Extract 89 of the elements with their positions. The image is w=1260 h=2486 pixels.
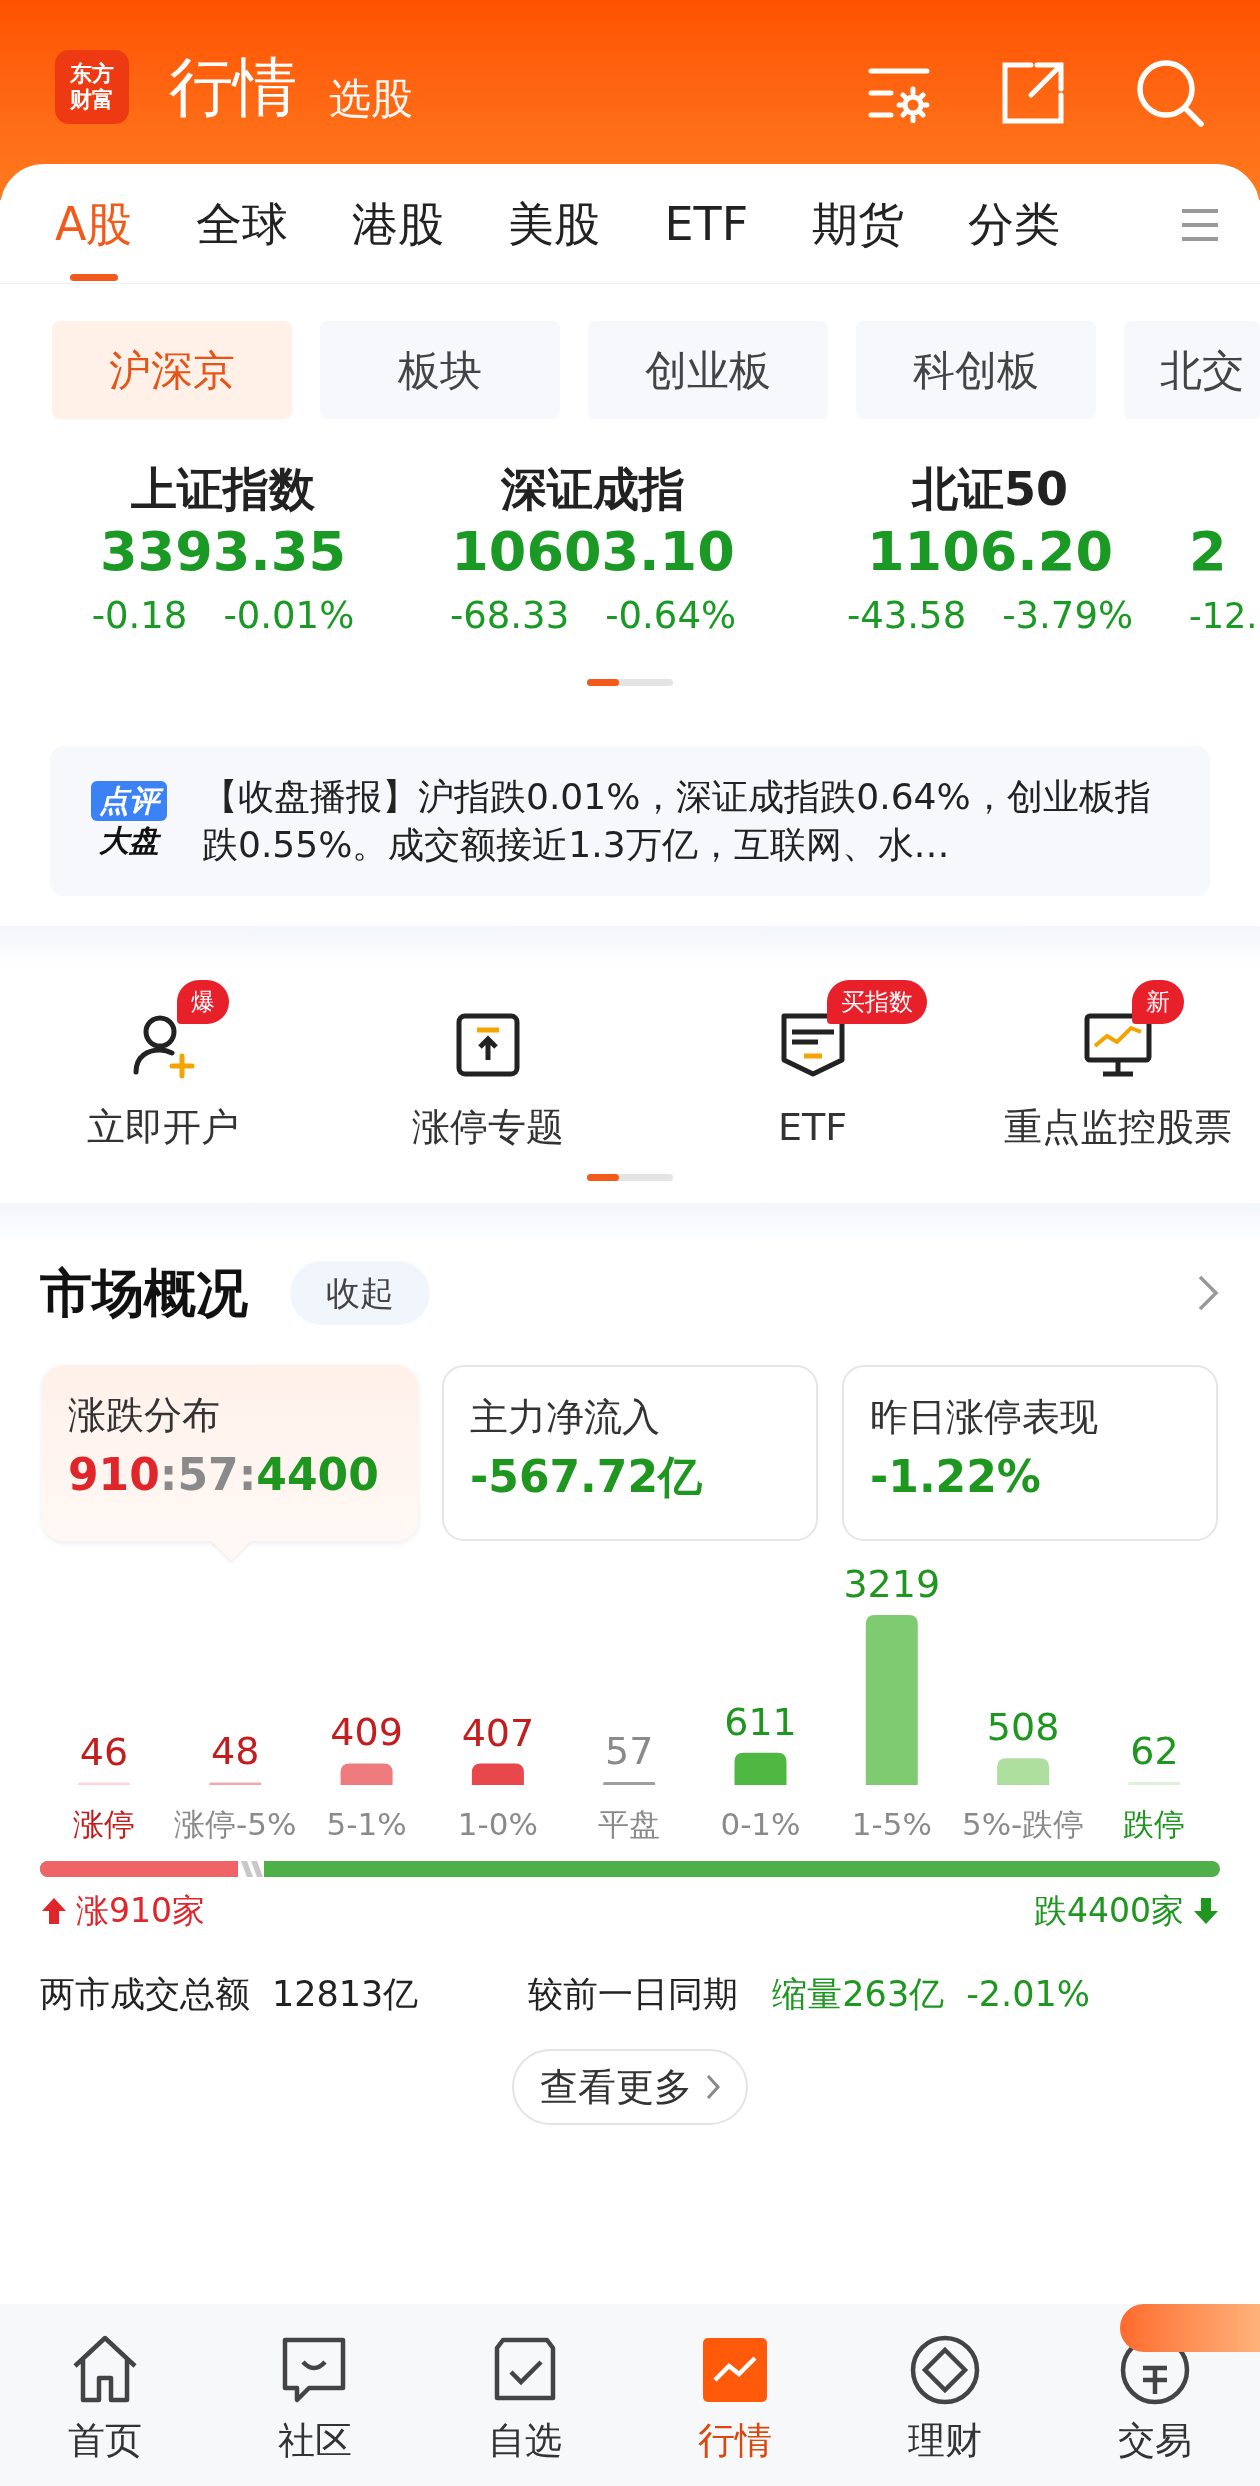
chevron-right-icon bbox=[706, 2074, 720, 2100]
chevron-right-icon[interactable] bbox=[1196, 1273, 1220, 1313]
turnover-label: 两市成交总额 bbox=[40, 1973, 250, 2016]
bar-category: 5%-跌停 bbox=[961, 1806, 1085, 1842]
shortcut-item[interactable]: 买指数 ETF bbox=[650, 980, 975, 1152]
bar-value: 62 bbox=[1130, 1728, 1179, 1773]
bar-category: 跌停 bbox=[1123, 1806, 1186, 1842]
menu-icon[interactable] bbox=[1180, 208, 1220, 242]
index-name: 北证50 bbox=[912, 461, 1068, 517]
bar-value: 407 bbox=[461, 1710, 535, 1755]
shortcut-item[interactable]: 涨停专题 bbox=[325, 980, 650, 1152]
index-value: 3393.35 bbox=[100, 519, 346, 585]
floating-promo-toast[interactable] bbox=[1120, 2304, 1260, 2352]
index-percent: -0.64% bbox=[605, 593, 737, 639]
share-icon[interactable] bbox=[1001, 61, 1065, 125]
search-icon[interactable] bbox=[1135, 58, 1205, 128]
tag-badge: 新 bbox=[1131, 980, 1184, 1024]
index-change: -68.33 bbox=[449, 593, 570, 639]
tag-badge: 买指数 bbox=[826, 980, 927, 1024]
bar-value: 611 bbox=[724, 1699, 797, 1744]
index-percent: -3.79% bbox=[1002, 593, 1134, 639]
bar bbox=[734, 1752, 787, 1785]
bar bbox=[209, 1782, 262, 1785]
bar-value: 508 bbox=[986, 1705, 1060, 1750]
shortcut-item[interactable]: 新 重点监控股票 bbox=[975, 980, 1260, 1152]
bar-category: 0-1% bbox=[720, 1806, 801, 1842]
index-change: -0.18 bbox=[91, 593, 188, 639]
market-tab[interactable]: 全球 bbox=[196, 196, 289, 281]
bar-value: 3219 bbox=[843, 1562, 941, 1606]
market-tab[interactable]: 美股 bbox=[508, 196, 601, 281]
index-value: 10603.10 bbox=[451, 519, 735, 585]
board-tab[interactable]: 创业板 bbox=[588, 321, 828, 419]
index-name: 深证成指 bbox=[501, 461, 685, 517]
page-title: 行情 bbox=[169, 50, 297, 124]
bar-category: 5-1% bbox=[326, 1806, 407, 1842]
news-card[interactable]: 点评 大盘 【收盘播报】沪指跌0.01%，深证成指跌0.64%，创业板指跌0.55%。成交额接近1.3万亿，互联网、水… bbox=[50, 746, 1210, 896]
overview-card[interactable]: 主力净流入 -567.72亿 bbox=[442, 1365, 818, 1541]
index-value: 1106.20 bbox=[867, 519, 1113, 585]
flat-share-mark bbox=[238, 1861, 265, 1877]
volume-change-percent: -2.01% bbox=[966, 1973, 1090, 2016]
nav-tab[interactable]: 自选 bbox=[420, 2304, 630, 2486]
shortcut-item[interactable]: 爆 立即开户 bbox=[0, 980, 325, 1152]
index-name: 上证指数 bbox=[131, 461, 315, 517]
nav-tab[interactable]: 理财 bbox=[840, 2304, 1050, 2486]
bar bbox=[340, 1763, 393, 1785]
rising-count: 涨910家 bbox=[76, 1890, 205, 1932]
arrow-down-icon bbox=[1192, 1896, 1220, 1926]
nav-tab[interactable]: 首页 bbox=[0, 2304, 210, 2486]
arrow-up-icon bbox=[40, 1896, 68, 1926]
bar-value: 57 bbox=[605, 1729, 654, 1773]
bar bbox=[1128, 1781, 1181, 1785]
board-tab[interactable]: 北交 bbox=[1124, 321, 1260, 419]
collapse-button[interactable]: 收起 bbox=[290, 1261, 430, 1325]
section-title: 市场概况 bbox=[40, 1262, 248, 1325]
falling-count: 跌4400家 bbox=[1034, 1890, 1184, 1932]
nav-tab[interactable]: 行情 bbox=[630, 2304, 840, 2486]
tag-badge: 爆 bbox=[176, 980, 229, 1024]
index-percent: -0.01% bbox=[223, 593, 355, 639]
market-tab[interactable]: 港股 bbox=[352, 196, 445, 281]
bar bbox=[471, 1763, 524, 1785]
index-value: 2 bbox=[1189, 519, 1227, 585]
comparison-label: 较前一日同期 bbox=[528, 1973, 739, 2016]
bar bbox=[603, 1782, 656, 1785]
commentary-badge: 点评 大盘 bbox=[82, 781, 176, 861]
market-tab[interactable]: 分类 bbox=[968, 196, 1061, 281]
overview-card[interactable]: 昨日涨停表现 -1.22% bbox=[842, 1365, 1218, 1541]
app-logo: 东方 财富 bbox=[55, 50, 129, 124]
bar-value: 46 bbox=[79, 1729, 129, 1774]
bar-value: 409 bbox=[330, 1710, 403, 1755]
market-tab[interactable]: 期货 bbox=[812, 196, 905, 281]
bar bbox=[997, 1758, 1050, 1785]
overview-card[interactable]: 涨跌分布 910:57:4400 bbox=[42, 1365, 418, 1541]
view-more-button[interactable]: 查看更多 bbox=[512, 2049, 748, 2125]
volume-change: 缩量263亿 bbox=[772, 1973, 945, 2016]
bar-category: 平盘 bbox=[598, 1806, 661, 1842]
bar-category: 1-0% bbox=[457, 1806, 538, 1842]
bar-category: 涨停-5% bbox=[174, 1806, 297, 1842]
index-change: -12. bbox=[1189, 595, 1258, 638]
nav-tab[interactable]: 社区 bbox=[210, 2304, 420, 2486]
index-change: -43.58 bbox=[846, 593, 967, 639]
bar-value: 48 bbox=[211, 1729, 260, 1774]
board-tab[interactable]: 科创板 bbox=[856, 321, 1096, 419]
news-text: 【收盘播报】沪指跌0.01%，深证成指跌0.64%，创业板指跌0.55%。成交额接近1.3万亿，互联网、水… bbox=[202, 775, 1152, 867]
market-tab[interactable]: ETF bbox=[664, 196, 749, 281]
bar-category: 1-5% bbox=[851, 1806, 932, 1842]
board-tab[interactable]: 板块 bbox=[320, 321, 560, 419]
turnover-value: 12813亿 bbox=[272, 1973, 419, 2016]
bar-category: 涨停 bbox=[73, 1806, 135, 1842]
bar bbox=[78, 1782, 130, 1785]
